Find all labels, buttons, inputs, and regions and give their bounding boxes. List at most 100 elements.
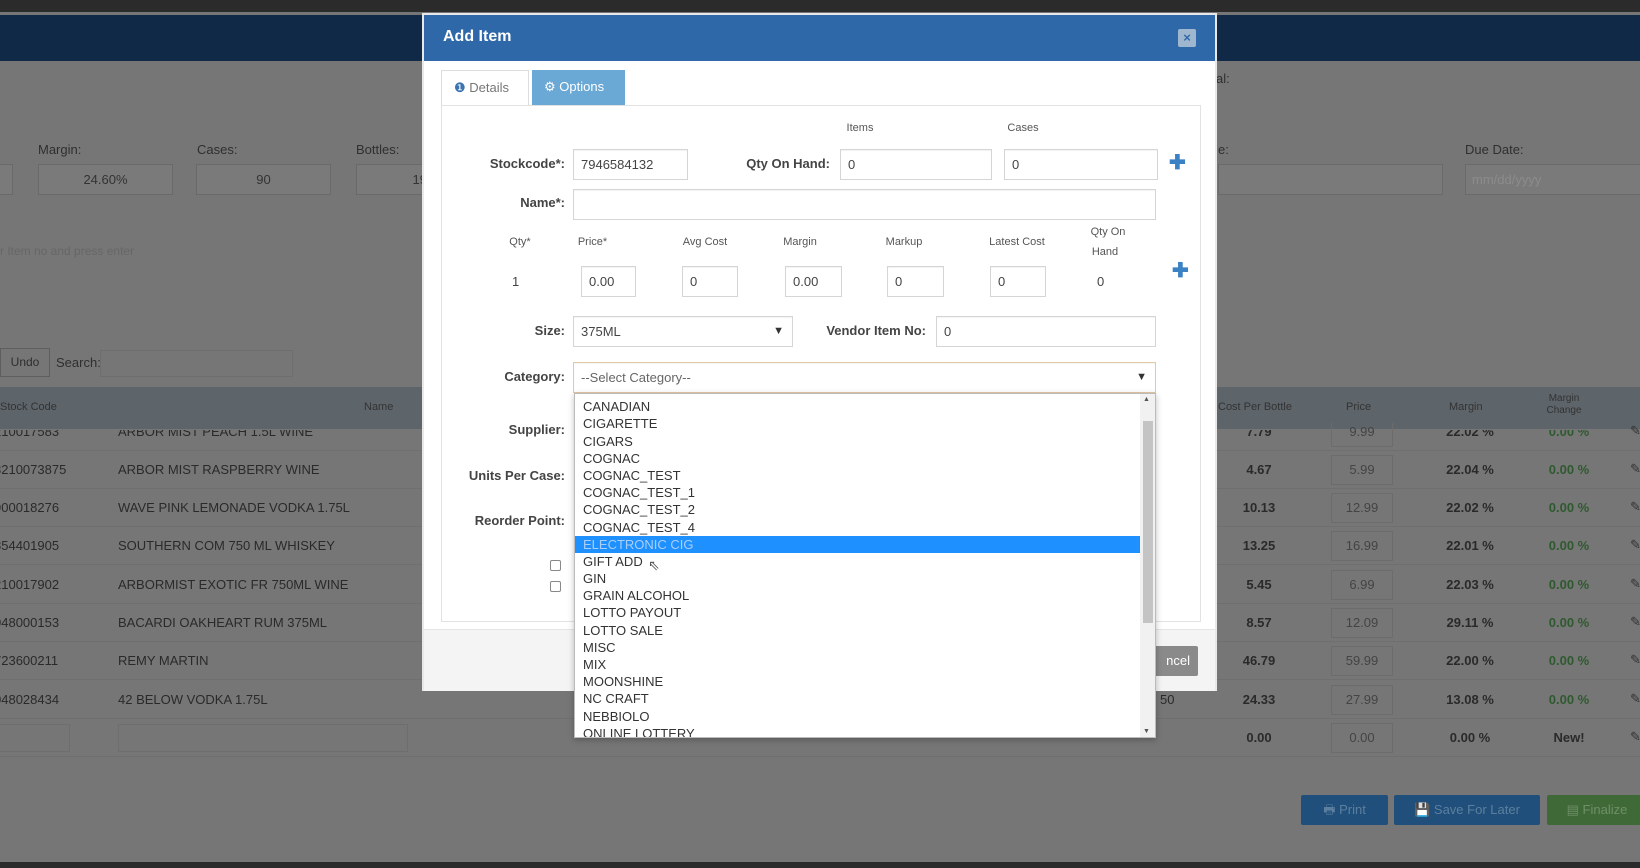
scroll-up-icon[interactable]: ▲ bbox=[1143, 396, 1150, 403]
print-button[interactable]: 🖶 Print bbox=[1301, 795, 1388, 825]
background-input[interactable] bbox=[1218, 164, 1443, 195]
category-dropdown-list[interactable]: BEERCANADIANCIGARETTECIGARSCOGNACCOGNAC_… bbox=[574, 393, 1156, 738]
price-input[interactable]: 5.99 bbox=[1331, 455, 1393, 485]
markup-header: Markup bbox=[885, 236, 923, 248]
category-option[interactable]: CIGARETTE bbox=[575, 415, 1140, 432]
items-header: Items bbox=[846, 122, 874, 134]
margin-change-cell: 0.00 % bbox=[1548, 577, 1590, 592]
edit-icon[interactable]: ✎ bbox=[1630, 461, 1640, 477]
category-option[interactable]: GIFT ADD bbox=[575, 553, 1140, 570]
markup-input[interactable]: 0 bbox=[887, 266, 944, 297]
price-input[interactable]: 0.00 bbox=[1331, 723, 1393, 753]
price-input[interactable]: 16.99 bbox=[1331, 531, 1393, 561]
stockcode-input[interactable]: 7946584132 bbox=[573, 149, 688, 180]
category-option[interactable]: MIX bbox=[575, 656, 1140, 673]
name-label: Name*: bbox=[520, 195, 565, 210]
scrollbar-thumb[interactable] bbox=[1143, 421, 1153, 623]
search-input[interactable] bbox=[100, 350, 293, 377]
category-option[interactable]: MISC bbox=[575, 639, 1140, 656]
cost-per-bottle-cell: 46.79 bbox=[1242, 653, 1276, 668]
checkbox[interactable] bbox=[550, 560, 561, 571]
category-option[interactable]: COGNAC_TEST_4 bbox=[575, 519, 1140, 536]
partial-field[interactable] bbox=[0, 164, 13, 195]
edit-icon[interactable]: ✎ bbox=[1630, 576, 1640, 592]
modal-title: Add Item bbox=[443, 28, 512, 45]
save-for-later-button[interactable]: 💾 Save For Later bbox=[1394, 795, 1540, 825]
vendor-item-label: Vendor Item No: bbox=[826, 323, 926, 338]
column-header-cost-per-bottle[interactable]: Cost Per Bottle bbox=[1218, 401, 1292, 413]
edit-icon[interactable]: ✎ bbox=[1630, 652, 1640, 668]
price-input[interactable]: 27.99 bbox=[1331, 685, 1393, 715]
category-option[interactable]: GRAIN ALCOHOL bbox=[575, 587, 1140, 604]
new-stock-code-input[interactable] bbox=[0, 724, 70, 752]
scroll-down-icon[interactable]: ▼ bbox=[1143, 728, 1150, 735]
edit-icon[interactable]: ✎ bbox=[1630, 691, 1640, 707]
dropdown-scrollbar[interactable]: ▲ ▼ bbox=[1140, 394, 1155, 737]
edit-icon[interactable]: ✎ bbox=[1630, 423, 1640, 439]
category-option[interactable]: LOTTO SALE bbox=[575, 622, 1140, 639]
undo-button[interactable]: Undo bbox=[0, 348, 50, 377]
due-date-input[interactable]: mm/dd/yyyy bbox=[1465, 164, 1640, 195]
column-header-stock-code[interactable]: Stock Code bbox=[0, 401, 57, 413]
bottom-bar bbox=[0, 862, 1640, 868]
avg-cost-input[interactable]: 0 bbox=[682, 266, 738, 297]
category-option[interactable]: ELECTRONIC CIG bbox=[575, 535, 1140, 553]
new-name-input[interactable] bbox=[118, 724, 408, 752]
stock-code-cell: 723600211 bbox=[0, 653, 59, 668]
column-header-name[interactable]: Name bbox=[364, 401, 393, 413]
margin-header: Margin bbox=[783, 236, 817, 248]
edit-icon[interactable]: ✎ bbox=[1630, 537, 1640, 553]
edit-icon[interactable]: ✎ bbox=[1630, 729, 1640, 745]
category-option[interactable]: LOTTO PAYOUT bbox=[575, 604, 1140, 621]
category-option[interactable]: CANADIAN bbox=[575, 398, 1140, 415]
category-option[interactable]: NEBBIOLO bbox=[575, 708, 1140, 725]
category-select[interactable]: --Select Category-- ▼ bbox=[573, 362, 1156, 393]
name-input[interactable] bbox=[573, 189, 1156, 220]
finalize-icon: ▤ bbox=[1566, 802, 1583, 817]
margin-input[interactable]: 0.00 bbox=[785, 266, 842, 297]
column-header-price[interactable]: Price bbox=[1346, 401, 1371, 413]
category-option[interactable]: CIGARS bbox=[575, 433, 1140, 450]
category-option[interactable]: ONLINE LOTTERY bbox=[575, 725, 1140, 737]
category-option[interactable]: COGNAC_TEST_2 bbox=[575, 501, 1140, 518]
checkbox[interactable] bbox=[550, 581, 561, 592]
price-input[interactable]: 0.00 bbox=[581, 266, 636, 297]
edit-icon[interactable]: ✎ bbox=[1630, 499, 1640, 515]
price-input[interactable]: 12.99 bbox=[1331, 493, 1393, 523]
margin-change-cell: 0.00 % bbox=[1548, 615, 1590, 630]
column-header-margin-change[interactable]: Margin Change bbox=[1544, 393, 1584, 417]
category-option[interactable]: COGNAC bbox=[575, 450, 1140, 467]
latest-cost-input[interactable]: 0 bbox=[990, 266, 1046, 297]
item-entry-hint: r Item no and press enter bbox=[0, 244, 135, 258]
edit-icon[interactable]: ✎ bbox=[1630, 614, 1640, 630]
cost-per-bottle-cell: 24.33 bbox=[1242, 692, 1276, 707]
qty-cases-input[interactable]: 0 bbox=[1004, 149, 1158, 180]
vendor-item-input[interactable]: 0 bbox=[936, 316, 1156, 347]
close-icon[interactable]: × bbox=[1178, 29, 1196, 47]
partial-label: e: bbox=[1218, 142, 1229, 157]
info-icon: ❶ bbox=[454, 80, 470, 95]
plus-icon[interactable]: ✚ bbox=[1172, 261, 1189, 281]
category-option[interactable]: MOONSHINE bbox=[575, 673, 1140, 690]
price-input[interactable]: 59.99 bbox=[1331, 646, 1393, 676]
category-option[interactable]: GIN bbox=[575, 570, 1140, 587]
category-option[interactable]: COGNAC_TEST bbox=[575, 467, 1140, 484]
price-input[interactable]: 6.99 bbox=[1331, 570, 1393, 600]
category-option[interactable]: COGNAC_TEST_1 bbox=[575, 484, 1140, 501]
column-header-margin[interactable]: Margin bbox=[1449, 401, 1483, 413]
qty-items-input[interactable]: 0 bbox=[840, 149, 992, 180]
row-divider bbox=[0, 756, 1640, 757]
plus-icon[interactable]: ✚ bbox=[1169, 153, 1186, 173]
tab-options[interactable]: ⚙ Options bbox=[532, 70, 625, 105]
tab-details[interactable]: ❶ Details bbox=[441, 70, 529, 105]
price-input[interactable]: 12.09 bbox=[1331, 608, 1393, 638]
mouse-cursor-icon: ⇖ bbox=[648, 557, 660, 573]
stock-code-cell: 048000153 bbox=[0, 615, 60, 630]
finalize-button[interactable]: ▤ Finalize bbox=[1547, 795, 1640, 825]
margin-cell: 22.03 % bbox=[1446, 577, 1494, 592]
category-option[interactable]: NC CRAFT bbox=[575, 690, 1140, 707]
cost-per-bottle-cell: 8.57 bbox=[1246, 615, 1272, 630]
size-select[interactable]: 375ML ▼ bbox=[573, 316, 793, 347]
avg-cost-header: Avg Cost bbox=[682, 236, 728, 248]
latest-cost-header: Latest Cost bbox=[989, 236, 1045, 248]
